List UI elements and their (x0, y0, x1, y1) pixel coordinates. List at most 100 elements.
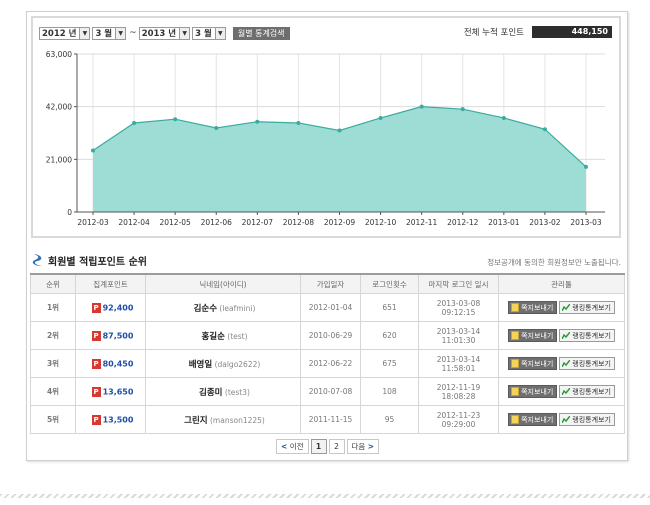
logins-cell: 651 (360, 293, 419, 322)
pagination: < 이전 1 2 다음 > (276, 439, 381, 454)
nickname[interactable]: 배영일 (189, 360, 212, 370)
page-2-button[interactable]: 2 (328, 439, 345, 454)
user-id: (test) (227, 331, 248, 341)
chevron-left-icon: < (281, 442, 288, 451)
ranking-stats-button[interactable]: 랭킹통계보기 (559, 385, 615, 398)
send-message-button[interactable]: 쪽지보내기 (508, 385, 558, 398)
points-cell: P 87,500 (75, 321, 146, 350)
ranking-stats-button[interactable]: 랭킹통계보기 (559, 329, 615, 342)
ranking-stats-label: 랭킹통계보기 (572, 415, 611, 424)
prev-page-button[interactable]: < 이전 (276, 439, 309, 454)
points-value: 13,650 (102, 387, 134, 396)
logins-cell: 108 (360, 377, 419, 406)
ranking-stats-label: 랭킹통계보기 (572, 303, 611, 312)
nickname[interactable]: 그린지 (184, 416, 207, 426)
start-month-value: 3 월 (95, 29, 113, 39)
nickname[interactable]: 김종미 (199, 388, 222, 398)
user-id: (leafmini) (219, 303, 256, 313)
col-rank: 순위 (30, 273, 76, 294)
data-point (378, 115, 383, 120)
data-point (214, 125, 219, 130)
start-year-select[interactable]: 2012 년 ▼ (39, 26, 91, 40)
ranking-table: 순위 집계포인트 닉네임(아이디) 가입일자 로그인횟수 마지막 로그인 일시 … (30, 273, 625, 434)
points-area-chart: 0 21,000 42,000 63,000 2012-03 2012-04 2012-05… (46, 50, 605, 227)
ranking-stats-button[interactable]: 랭킹통계보기 (559, 357, 615, 370)
send-message-button[interactable]: 쪽지보내기 (508, 357, 558, 370)
data-point (584, 164, 588, 169)
points-value: 13,500 (102, 415, 134, 424)
rank-cell: 3위 (30, 349, 76, 378)
chart-icon (562, 304, 571, 311)
tools-cell: 쪽지보내기 랭킹통계보기 (498, 349, 625, 378)
table-row: 2위 P 87,500 홍길순 (test) 2010-06-29 620 2013-03-… (30, 321, 625, 350)
data-point (460, 107, 465, 112)
point-badge-icon: P (91, 330, 101, 341)
chevron-down-icon: ▼ (79, 27, 90, 39)
tools-cell: 쪽지보내기 랭킹통계보기 (498, 377, 625, 406)
x-tick-label: 2012-04 (118, 218, 150, 227)
ranking-stats-button[interactable]: 랭킹통계보기 (559, 301, 615, 314)
points-cell: P 92,400 (75, 293, 146, 322)
end-year-select[interactable]: 2013 년 ▼ (138, 26, 191, 40)
end-month-select[interactable]: 3 월 ▼ (192, 26, 226, 40)
data-point (173, 117, 178, 122)
data-point (296, 120, 301, 125)
nickname-cell: 김종미 (test3) (145, 377, 301, 406)
monthly-stats-search-button[interactable]: 월별 통계검색 (232, 26, 290, 40)
data-point (132, 120, 137, 125)
x-tick-label: 2013-03 (570, 218, 602, 227)
nickname-cell: 배영일 (dalgo2622) (145, 349, 301, 378)
data-point (501, 115, 506, 120)
rank-cell: 4위 (30, 377, 76, 406)
stats-panel: 2012 년 ▼ 3 월 ▼ ~ 2013 년 ▼ 3 월 ▼ 월별 통계검색 전체 누… (26, 11, 628, 461)
next-page-button[interactable]: 다음 > (346, 439, 379, 454)
memo-icon (511, 359, 520, 368)
privacy-note: 정보공개에 동의한 회원정보만 노출됩니다. (487, 258, 621, 267)
last-login-cell: 2012-11-19 18:08:28 (418, 377, 499, 406)
points-cell: P 80,450 (75, 349, 146, 378)
send-message-button[interactable]: 쪽지보내기 (508, 329, 558, 342)
col-nickname: 닉네임(아이디) (145, 273, 301, 294)
table-row: 1위 P 92,400 김순수 (leafmini) 2012-01-04 651 2013… (30, 293, 625, 322)
rank-cell: 5위 (30, 405, 76, 434)
nickname-cell: 김순수 (leafmini) (145, 293, 301, 322)
total-points-label: 전체 누적 포인트 (463, 28, 524, 38)
send-message-button[interactable]: 쪽지보내기 (508, 301, 558, 314)
chart-icon (562, 416, 571, 423)
chevron-down-icon: ▼ (214, 27, 225, 39)
point-badge-icon: P (91, 414, 101, 425)
send-message-label: 쪽지보내기 (521, 303, 554, 312)
user-id: (test3) (224, 387, 250, 397)
tools-cell: 쪽지보내기 랭킹통계보기 (498, 405, 625, 434)
tools-cell: 쪽지보내기 랭킹통계보기 (498, 321, 625, 350)
ranking-stats-button[interactable]: 랭킹통계보기 (559, 413, 615, 426)
ranking-header: 회원별 적립포인트 순위 정보공개에 동의한 회원정보만 노출됩니다. (31, 253, 623, 268)
x-tick-label: 2012-08 (283, 218, 315, 227)
last-login-cell: 2013-03-14 11:01:30 (418, 321, 499, 350)
user-id: (dalgo2622) (214, 359, 261, 369)
points-value: 87,500 (102, 331, 134, 340)
total-points-value: 448,150 (532, 26, 612, 38)
points-value: 80,450 (102, 359, 134, 368)
logins-cell: 620 (360, 321, 419, 350)
bottom-dashed-divider (0, 494, 650, 498)
memo-icon (511, 415, 520, 424)
start-month-select[interactable]: 3 월 ▼ (92, 26, 127, 40)
col-tools: 관리툴 (498, 273, 625, 294)
send-message-button[interactable]: 쪽지보내기 (508, 413, 558, 426)
end-month-value: 3 월 (195, 29, 212, 39)
points-cell: P 13,650 (75, 377, 146, 406)
nickname[interactable]: 홍길순 (201, 332, 224, 342)
user-id: (manson1225) (210, 415, 265, 425)
nickname-cell: 홍길순 (test) (145, 321, 301, 350)
data-point (91, 148, 95, 153)
point-badge-icon: P (91, 358, 101, 369)
page-1-button[interactable]: 1 (310, 439, 327, 454)
chevron-right-icon: > (367, 442, 374, 451)
nickname[interactable]: 김순수 (194, 304, 217, 314)
period-filter: 2012 년 ▼ 3 월 ▼ ~ 2013 년 ▼ 3 월 ▼ 월별 통계검색 (39, 25, 290, 41)
data-point (255, 119, 260, 124)
x-tick-label: 2012-03 (77, 218, 109, 227)
start-year-value: 2012 년 (42, 29, 77, 39)
table-row: 4위 P 13,650 김종미 (test3) 2010-07-08 108 2012-11… (30, 377, 625, 406)
